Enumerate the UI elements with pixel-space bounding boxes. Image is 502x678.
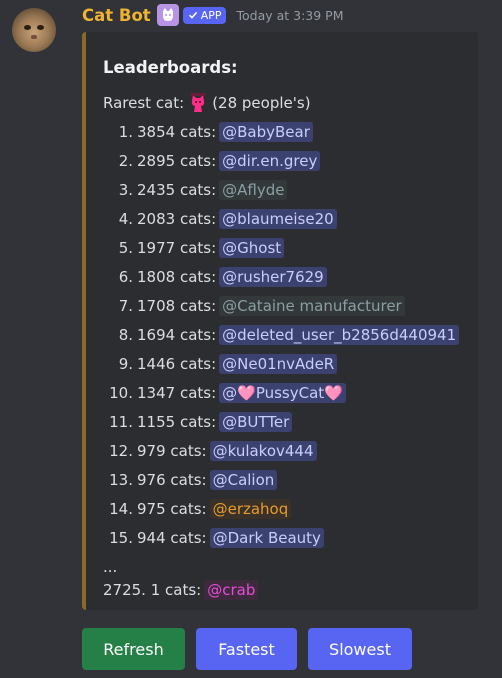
avatar-eye-right — [37, 25, 44, 30]
message-timestamp[interactable]: Today at 3:39 PM — [236, 8, 343, 23]
entry-count: 3854 cats: — [137, 123, 217, 141]
ellipsis: ... — [103, 558, 118, 576]
entry-rank: 3. — [118, 181, 133, 199]
entry-count: 2083 cats: — [137, 210, 217, 228]
author-avatar[interactable] — [12, 8, 56, 52]
user-mention[interactable]: @Aflyde — [219, 180, 288, 200]
entry-rank: 15. — [109, 529, 133, 547]
leaderboard-entry: 10. 1347 cats: @🩷PussyCat🩷 — [103, 381, 346, 405]
user-mention[interactable]: @Ghost — [219, 238, 285, 258]
pink-cat-icon[interactable] — [187, 92, 209, 114]
entry-count: 1347 cats: — [137, 384, 217, 402]
leaderboard-entry: 3. 2435 cats: @Aflyde — [103, 178, 288, 202]
user-mention[interactable]: @crab — [204, 580, 259, 600]
self-entry: 2725. 1 cats: @crab — [103, 578, 259, 602]
entry-rank: 1. — [118, 123, 133, 141]
entry-count: 975 cats: — [137, 500, 207, 518]
entry-rank: 10. — [109, 384, 133, 402]
entry-rank: 14. — [109, 500, 133, 518]
leaderboard-entry: 5. 1977 cats: @Ghost — [103, 236, 285, 260]
entry-rank: 12. — [109, 442, 133, 460]
entry-rank: 6. — [118, 268, 133, 286]
fastest-button[interactable]: Fastest — [196, 628, 297, 670]
leaderboard-entry: 2. 2895 cats: @dir.en.grey — [103, 149, 321, 173]
user-mention[interactable]: @Ne01nvAdeR — [219, 354, 338, 374]
entry-count: 1977 cats: — [137, 239, 217, 257]
entry-count: 976 cats: — [137, 471, 207, 489]
entry-count: 979 cats: — [137, 442, 207, 460]
entry-count: 1694 cats: — [137, 326, 217, 344]
entry-count: 1708 cats: — [137, 297, 217, 315]
user-mention[interactable]: @blaumeise20 — [219, 209, 337, 229]
leaderboard-entry: 12. 979 cats: @kulakov444 — [103, 439, 317, 463]
entry-rank: 11. — [109, 413, 133, 431]
entry-count: 2895 cats: — [137, 152, 217, 170]
user-mention[interactable]: @erzahoq — [209, 499, 292, 519]
entry-count: 944 cats: — [137, 529, 207, 547]
entry-count: 1446 cats: — [137, 355, 217, 373]
leaderboard-entry: 7. 1708 cats: @Cataine manufacturer — [103, 294, 405, 318]
entry-count: 2435 cats: — [137, 181, 217, 199]
user-mention[interactable]: @Dark Beauty — [209, 528, 324, 548]
user-mention[interactable]: @rusher7629 — [219, 267, 327, 287]
entry-count: 1808 cats: — [137, 268, 217, 286]
entry-rank: 8. — [118, 326, 133, 344]
leaderboard-entry: 9. 1446 cats: @Ne01nvAdeR — [103, 352, 338, 376]
refresh-button[interactable]: Refresh — [82, 628, 185, 670]
user-mention[interactable]: @Cataine manufacturer — [219, 296, 405, 316]
user-mention[interactable]: @kulakov444 — [209, 441, 317, 461]
entry-rank: 9. — [118, 355, 133, 373]
user-mention[interactable]: @deleted_user_b2856d440941 — [219, 325, 460, 345]
user-mention[interactable]: @BabyBear — [219, 122, 313, 142]
entry-rank: 13. — [109, 471, 133, 489]
author-name[interactable]: Cat Bot — [82, 6, 151, 25]
rarest-cat-count: (28 people's) — [212, 94, 311, 112]
app-badge: APP — [182, 6, 227, 24]
leaderboard-entry: 15. 944 cats: @Dark Beauty — [103, 526, 324, 550]
leaderboard-embed: Leaderboards: Rarest cat: (28 people's) … — [82, 32, 478, 610]
entry-count: 1155 cats: — [137, 413, 217, 431]
entry-rank: 7. — [118, 297, 133, 315]
check-icon — [188, 11, 197, 19]
cat-icon[interactable] — [156, 4, 179, 26]
avatar-nose — [31, 35, 37, 39]
message-header: Cat Bot APP Today at 3:39 PM — [82, 4, 344, 26]
entry-rank: 4. — [118, 210, 133, 228]
slowest-button[interactable]: Slowest — [308, 628, 412, 670]
leaderboard-entry: 8. 1694 cats: @deleted_user_b2856d440941 — [103, 323, 460, 347]
leaderboard-entry: 14. 975 cats: @erzahoq — [103, 497, 292, 521]
action-buttons: Refresh Fastest Slowest — [82, 628, 412, 670]
avatar-eye-left — [24, 25, 31, 30]
leaderboard-entry: 4. 2083 cats: @blaumeise20 — [103, 207, 337, 231]
entry-rank: 2. — [118, 152, 133, 170]
user-mention[interactable]: @🩷PussyCat🩷 — [219, 383, 346, 403]
embed-title: Leaderboards: — [103, 58, 238, 77]
leaderboard-entry: 6. 1808 cats: @rusher7629 — [103, 265, 327, 289]
leaderboard-entry: 11. 1155 cats: @BUTTer — [103, 410, 293, 434]
user-mention[interactable]: @dir.en.grey — [219, 151, 321, 171]
leaderboard-entry: 1. 3854 cats: @BabyBear — [103, 120, 313, 144]
rarest-cat-line: Rarest cat: (28 people's) — [103, 91, 311, 115]
leaderboard-entry: 13. 976 cats: @Calion — [103, 468, 278, 492]
rarest-cat-label: Rarest cat: — [103, 94, 185, 112]
user-mention[interactable]: @BUTTer — [219, 412, 293, 432]
user-mention[interactable]: @Calion — [209, 470, 278, 490]
self-entry-count: 2725. 1 cats: — [103, 581, 202, 599]
entry-rank: 5. — [118, 239, 133, 257]
app-badge-label: APP — [200, 8, 222, 22]
